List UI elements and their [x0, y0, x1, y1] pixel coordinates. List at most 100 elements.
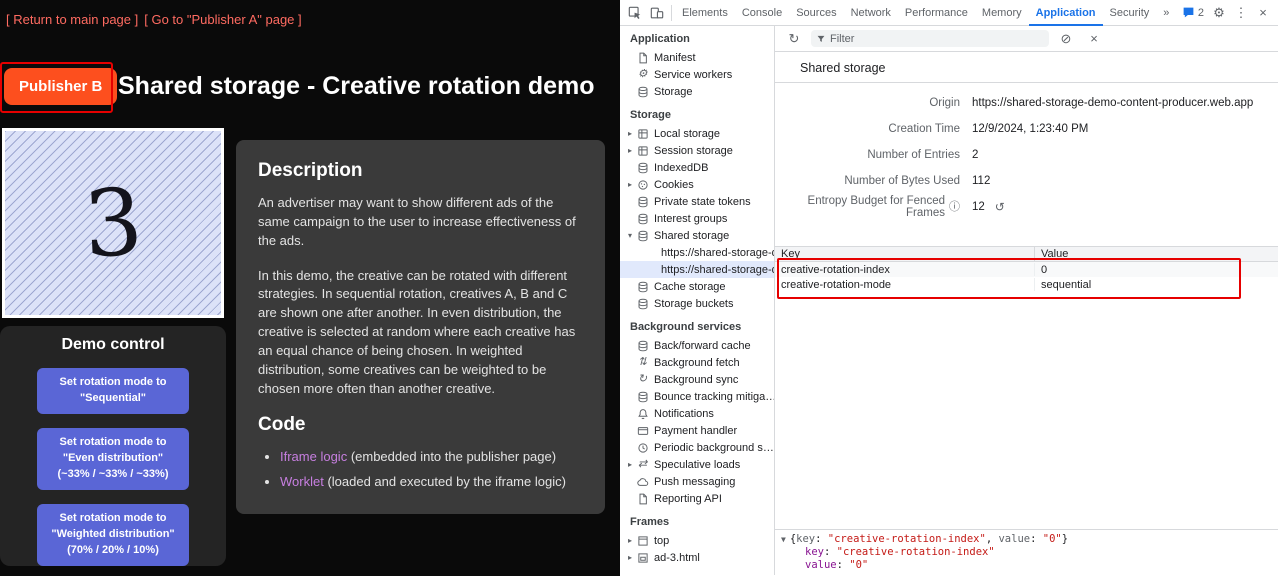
sidebar-item[interactable]: Notifications — [620, 405, 774, 422]
devtools-tab[interactable]: Sources — [789, 0, 843, 26]
column-header-key[interactable]: Key — [775, 247, 1035, 261]
expander-icon[interactable]: ▸ — [625, 146, 635, 155]
rotation-mode-sequential-button[interactable]: Set rotation mode to "Sequential" — [37, 368, 189, 414]
sidebar-item[interactable]: Bounce tracking mitiga… — [620, 388, 774, 405]
rotation-mode-weighted-button[interactable]: Set rotation mode to "Weighted distribut… — [37, 504, 189, 566]
sidebar-item[interactable]: Manifest — [620, 49, 774, 66]
preview-entry: value: "0" — [781, 559, 1278, 572]
nav-link[interactable]: [ Return to main page ] — [6, 12, 138, 27]
devtools-tab[interactable]: Memory — [975, 0, 1029, 26]
info-icon[interactable]: ⓘ — [949, 202, 960, 213]
sidebar-item-label: Interest groups — [654, 213, 727, 225]
code-link-rest: (loaded and executed by the iframe logic… — [324, 474, 566, 489]
message-bubble-icon — [1182, 6, 1195, 19]
sidebar-item-label: Manifest — [654, 52, 696, 64]
sidebar-item[interactable]: Reporting API — [620, 490, 774, 507]
sidebar-item[interactable]: Storage — [620, 83, 774, 100]
panel-heading: Shared storage — [775, 52, 1278, 83]
sidebar-item[interactable]: Back/forward cache — [620, 337, 774, 354]
devtools-tab[interactable]: Application — [1029, 0, 1103, 26]
sidebar-item[interactable]: ⇅ Background fetch — [620, 354, 774, 371]
device-toolbar-icon[interactable] — [646, 2, 668, 24]
code-link[interactable]: Iframe logic — [280, 449, 347, 464]
table-cell-value: sequential — [1035, 278, 1278, 291]
sidebar-item[interactable]: ▸ Local storage — [620, 125, 774, 142]
devtools-tab[interactable]: Network — [844, 0, 898, 26]
sidebar-item[interactable]: ↻ Background sync — [620, 371, 774, 388]
sidebar-item-label: top — [654, 535, 669, 547]
code-heading: Code — [258, 414, 583, 436]
sidebar-item[interactable]: ▸ Session storage — [620, 142, 774, 159]
sidebar-item[interactable]: https://shared-storage-d… — [620, 244, 774, 261]
expander-icon[interactable]: ▸ — [625, 460, 635, 469]
sidebar-item[interactable]: Interest groups — [620, 210, 774, 227]
field-row: Number of Bytes Usedⓘ 112 ↺ — [775, 168, 1278, 194]
table-row[interactable]: creative-rotation-index 0 — [775, 262, 1278, 277]
field-label: Creation Time — [888, 123, 960, 135]
sidebar-item[interactable]: Storage buckets — [620, 295, 774, 312]
issues-count: 2 — [1198, 7, 1204, 19]
settings-gear-icon[interactable]: ⚙ — [1208, 2, 1230, 24]
sidebar-item[interactable]: Cache storage — [620, 278, 774, 295]
block-icon[interactable]: ⊘ — [1055, 28, 1077, 50]
expander-icon[interactable]: ▸ — [625, 536, 635, 545]
more-tabs-chevron-icon[interactable]: » — [1156, 7, 1176, 19]
devtools-window: Elements Console Sources Network Perform… — [620, 0, 1278, 576]
sidebar-item[interactable]: Payment handler — [620, 422, 774, 439]
sidebar-item[interactable]: Push messaging — [620, 473, 774, 490]
sidebar-item[interactable]: ▾ Shared storage — [620, 227, 774, 244]
code-link[interactable]: Worklet — [280, 474, 324, 489]
sidebar-item-label: Notifications — [654, 408, 714, 420]
sidebar-item-label: ad-3.html — [654, 552, 700, 564]
field-label: Entropy Budget for Fenced Frames — [775, 195, 945, 219]
sidebar-item[interactable]: Periodic background s… — [620, 439, 774, 456]
sidebar-item[interactable]: ▸ Cookies — [620, 176, 774, 193]
devtools-tab[interactable]: Elements — [675, 0, 735, 26]
expander-icon[interactable]: ▸ — [625, 553, 635, 562]
sidebar-item[interactable]: ▸ top — [620, 532, 774, 549]
devtools-tab[interactable]: Performance — [898, 0, 975, 26]
sidebar-item-label: Private state tokens — [654, 196, 751, 208]
reset-budget-icon[interactable]: ↺ — [995, 201, 1005, 213]
item-icon — [635, 178, 650, 191]
filter-box[interactable] — [811, 30, 1049, 47]
sidebar-item[interactable]: https://shared-storage-d… — [620, 261, 774, 278]
sidebar-item-label: Periodic background s… — [654, 442, 774, 454]
devtools-tabs: Elements Console Sources Network Perform… — [675, 0, 1156, 26]
item-icon: ⇅ — [635, 356, 650, 369]
sidebar-item-label: Service workers — [654, 69, 732, 81]
disclosure-triangle-icon[interactable]: ▼ — [781, 535, 786, 544]
creative-number: 3 — [81, 168, 145, 278]
preview-entry-name: value — [805, 559, 837, 571]
field-value: 12 — [972, 201, 985, 213]
nav-link[interactable]: [ Go to "Publisher A" page ] — [144, 12, 301, 27]
storage-items-table: Key Value creative-rotation-index 0 — [775, 246, 1278, 292]
column-header-value[interactable]: Value — [1035, 247, 1278, 261]
expander-icon[interactable]: ▾ — [625, 231, 635, 240]
field-row: Creation Timeⓘ 12/9/2024, 1:23:40 PM ↺ — [775, 116, 1278, 142]
ad-creative[interactable]: 3 — [2, 128, 224, 318]
close-devtools-icon[interactable]: × — [1252, 2, 1274, 24]
field-label: Number of Bytes Used — [844, 175, 960, 187]
devtools-tab[interactable]: Security — [1103, 0, 1157, 26]
expander-icon[interactable]: ▸ — [625, 180, 635, 189]
description-panel: Description An advertiser may want to sh… — [236, 140, 605, 514]
rotation-mode-even-button[interactable]: Set rotation mode to "Even distribution"… — [37, 428, 189, 490]
table-row[interactable]: creative-rotation-mode sequential — [775, 277, 1278, 292]
clear-icon[interactable]: × — [1083, 28, 1105, 50]
sidebar-item[interactable]: ▸ ⇄ Speculative loads — [620, 456, 774, 473]
refresh-icon[interactable]: ↻ — [783, 28, 805, 50]
issues-badge[interactable]: 2 — [1182, 6, 1204, 19]
expander-icon[interactable]: ▸ — [625, 129, 635, 138]
sidebar-item[interactable]: ⚙ Service workers — [620, 66, 774, 83]
sidebar-item[interactable]: IndexedDB — [620, 159, 774, 176]
sidebar-item-label: Storage — [654, 86, 693, 98]
devtools-tab[interactable]: Console — [735, 0, 789, 26]
sidebar-item[interactable]: Private state tokens — [620, 193, 774, 210]
filter-input[interactable] — [830, 33, 1044, 45]
sidebar-item[interactable]: ▸ ad-3.html — [620, 549, 774, 566]
inspect-element-icon[interactable] — [624, 2, 646, 24]
field-value: 2 — [972, 149, 978, 161]
item-icon — [635, 475, 650, 488]
kebab-menu-icon[interactable]: ⋮ — [1230, 2, 1252, 24]
